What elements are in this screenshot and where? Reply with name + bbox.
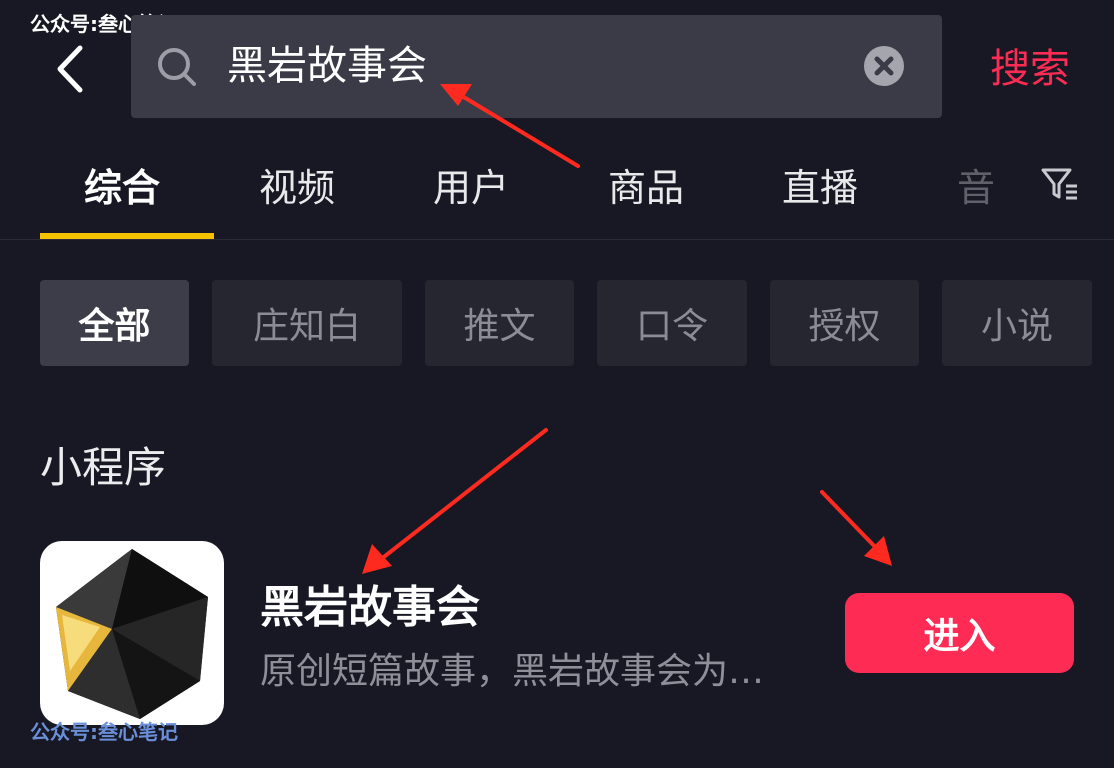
watermark-bottom: 公众号:叁心笔记 — [30, 720, 178, 744]
tab-comprehensive[interactable]: 综合 — [84, 160, 160, 216]
filter-icon — [1041, 168, 1077, 200]
mini-program-description: 原创短篇故事，黑岩故事会为… — [260, 651, 765, 692]
clear-search-button[interactable] — [864, 46, 904, 86]
search-submit-button[interactable]: 搜索 — [990, 40, 1070, 98]
search-input[interactable]: 黑岩故事会 — [227, 37, 427, 95]
filter-button[interactable] — [1040, 164, 1080, 204]
clear-icon — [874, 56, 894, 76]
tab-live[interactable]: 直播 — [782, 160, 858, 216]
section-title-mini-programs: 小程序 — [40, 443, 167, 492]
chevron-left-icon — [57, 45, 83, 93]
tab-video[interactable]: 视频 — [259, 160, 335, 216]
annotation-arrow-enter — [820, 490, 892, 566]
enter-button[interactable]: 进入 — [845, 593, 1074, 673]
back-button[interactable] — [48, 42, 98, 96]
chip-shouquan[interactable]: 授权 — [770, 280, 919, 366]
mini-program-name[interactable]: 黑岩故事会 — [260, 578, 480, 638]
mini-program-logo[interactable] — [40, 541, 224, 725]
tab-music[interactable]: 音 — [957, 160, 995, 216]
tab-users[interactable]: 用户 — [433, 160, 509, 216]
chip-zhuang-zhibai[interactable]: 庄知白 — [212, 280, 402, 366]
search-box[interactable]: 黑岩故事会 — [131, 15, 942, 118]
chip-kouling[interactable]: 口令 — [597, 280, 747, 366]
chip-tuiwen[interactable]: 推文 — [425, 280, 574, 366]
dark-polyhedron-logo — [56, 549, 208, 719]
annotation-arrow-app-name — [362, 428, 548, 574]
tab-divider — [0, 239, 1114, 240]
search-icon — [158, 48, 196, 86]
tab-products[interactable]: 商品 — [608, 160, 684, 216]
chip-all[interactable]: 全部 — [40, 280, 189, 366]
chip-novel[interactable]: 小说 — [942, 280, 1092, 366]
